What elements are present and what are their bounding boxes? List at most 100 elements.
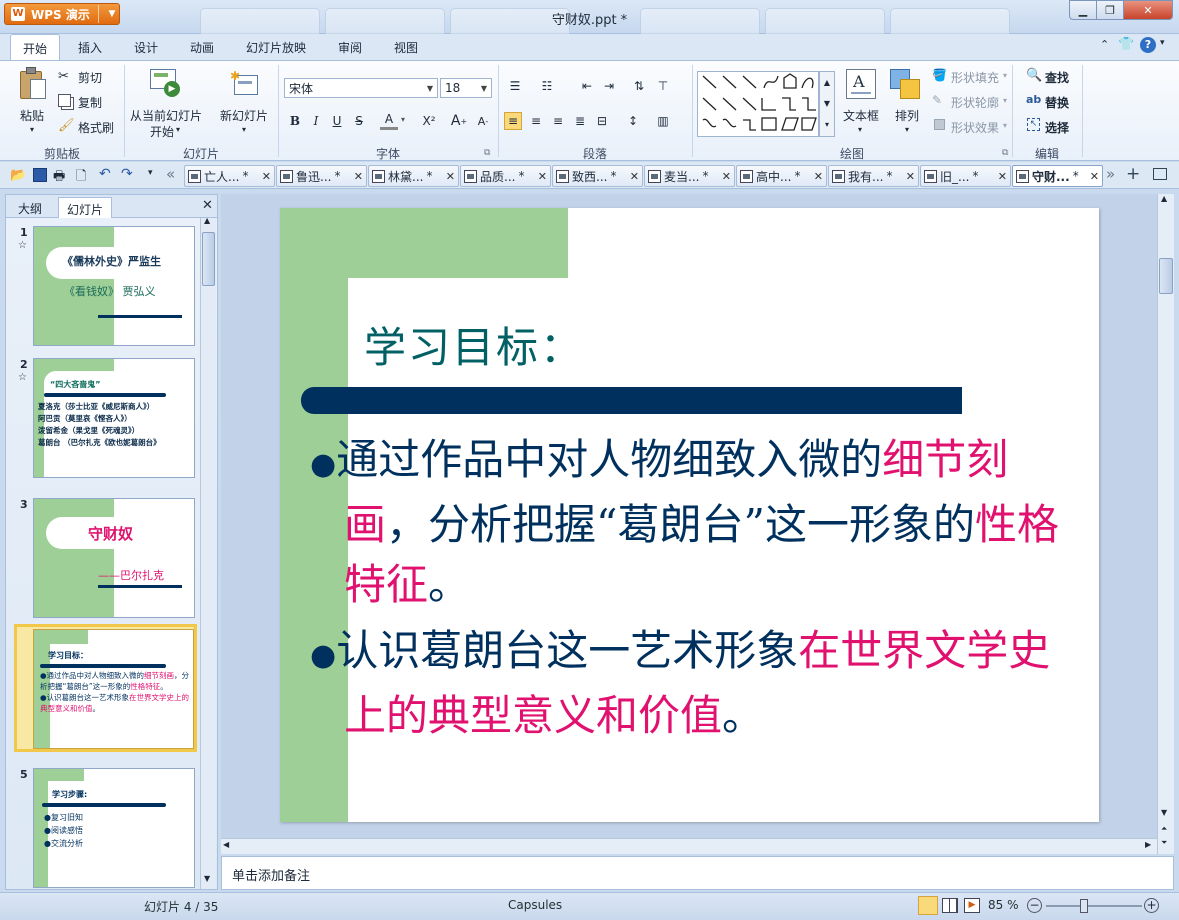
- close-icon[interactable]: ✕: [538, 170, 547, 183]
- collapse-ribbon-icon[interactable]: ⌃: [1100, 38, 1109, 51]
- menu-tab-home[interactable]: 开始: [10, 34, 60, 61]
- new-slide-icon[interactable]: ✱: [230, 69, 260, 97]
- scroll-left-icon[interactable]: ◀: [223, 840, 229, 849]
- doc-tab[interactable]: 高中... * ✕: [736, 165, 827, 187]
- text-box-button[interactable]: 文本框: [843, 107, 879, 124]
- notes-pane[interactable]: 单击添加备注: [221, 856, 1174, 890]
- scroll-down-icon[interactable]: ▼: [1161, 808, 1167, 817]
- play-from-current-icon[interactable]: ▶: [150, 67, 182, 97]
- new-tab-icon[interactable]: +: [1126, 164, 1140, 184]
- next-slide-icon[interactable]: ⏷: [1161, 838, 1167, 848]
- decrease-indent-icon[interactable]: ⇤: [578, 77, 596, 95]
- normal-view-icon[interactable]: [918, 896, 938, 915]
- tab-scroll-right-icon[interactable]: »: [1106, 165, 1115, 183]
- bold-button[interactable]: B: [286, 112, 304, 130]
- align-left-icon[interactable]: ≡: [504, 112, 522, 130]
- save-icon[interactable]: [33, 168, 47, 182]
- italic-button[interactable]: I: [307, 112, 325, 130]
- close-icon[interactable]: ✕: [814, 170, 823, 183]
- doc-tab[interactable]: 我有... * ✕: [828, 165, 919, 187]
- tab-slides[interactable]: 幻灯片: [58, 197, 113, 219]
- open-folder-icon[interactable]: 📂: [10, 168, 26, 183]
- prev-slide-icon[interactable]: ⏶: [1161, 824, 1167, 834]
- minimize-button[interactable]: ▁: [1069, 0, 1097, 20]
- superscript-icon[interactable]: X²: [420, 112, 438, 130]
- shrink-font-icon[interactable]: A-: [474, 112, 492, 130]
- zoom-in-icon[interactable]: +: [1144, 898, 1159, 913]
- undo-icon[interactable]: ↶: [99, 166, 111, 182]
- redo-icon[interactable]: ↷: [121, 166, 133, 182]
- scroll-up-icon[interactable]: ▲: [1161, 194, 1167, 203]
- replace-button[interactable]: 替换: [1045, 94, 1069, 111]
- doc-tab[interactable]: 麦当... * ✕: [644, 165, 735, 187]
- skin-icon[interactable]: 👕: [1118, 37, 1134, 52]
- paste-button[interactable]: 粘贴: [20, 107, 44, 124]
- doc-tab[interactable]: 亡人... * ✕: [184, 165, 275, 187]
- close-icon[interactable]: ✕: [998, 170, 1007, 183]
- arrange-button[interactable]: 排列: [895, 107, 919, 124]
- vertical-scrollbar[interactable]: ▲ ▼ ⏶ ⏷: [1157, 194, 1174, 854]
- close-icon[interactable]: ✕: [202, 198, 213, 213]
- numbering-icon[interactable]: ☷: [538, 77, 556, 95]
- new-slide-button[interactable]: 新幻灯片: [220, 107, 268, 124]
- close-icon[interactable]: ✕: [446, 170, 455, 183]
- text-box-icon[interactable]: A: [846, 69, 876, 99]
- vertical-scroll-thumb[interactable]: [1159, 258, 1173, 294]
- scroll-down-icon[interactable]: ▼: [204, 874, 210, 883]
- print-preview-icon[interactable]: 🗋: [76, 167, 86, 189]
- select-button[interactable]: 选择: [1045, 119, 1069, 136]
- menu-tab-view[interactable]: 视图: [394, 39, 418, 56]
- doc-tab-active[interactable]: 守财... * ✕: [1012, 165, 1103, 187]
- cut-button[interactable]: 剪切: [78, 69, 102, 86]
- shape-gallery[interactable]: [697, 71, 819, 137]
- underline-button[interactable]: U: [328, 112, 346, 130]
- scroll-right-icon[interactable]: ▶: [1145, 840, 1151, 849]
- close-icon[interactable]: ✕: [262, 170, 271, 183]
- font-size-select[interactable]: 18 ▼: [440, 78, 492, 98]
- slideshow-icon[interactable]: ▶: [964, 898, 980, 913]
- tab-scroll-left-icon[interactable]: «: [166, 165, 175, 183]
- menu-tab-insert[interactable]: 插入: [78, 39, 102, 56]
- align-center-icon[interactable]: ≡: [527, 112, 545, 130]
- slide-thumbnail-4-selected[interactable]: 学习目标： ●通过作品中对人物细致入微的细节刻画，分析把握“葛朗台”这一形象的性…: [14, 624, 197, 752]
- panel-scrollbar[interactable]: ▲ ▼: [200, 218, 216, 889]
- scroll-up-icon[interactable]: ▲: [204, 218, 210, 225]
- menu-tab-slideshow[interactable]: 幻灯片放映: [246, 39, 306, 56]
- doc-tab[interactable]: 品质... * ✕: [460, 165, 551, 187]
- close-icon[interactable]: ✕: [722, 170, 731, 183]
- justify-icon[interactable]: ≣: [571, 112, 589, 130]
- slide-sorter-icon[interactable]: [942, 898, 958, 913]
- align-right-icon[interactable]: ≡: [549, 112, 567, 130]
- shape-fill-button[interactable]: 形状填充: [951, 69, 999, 86]
- find-button[interactable]: 查找: [1045, 69, 1069, 86]
- slide-thumbnail-1[interactable]: 《儒林外史》严监生 《看钱奴》 贾弘义: [33, 226, 195, 346]
- close-window-button[interactable]: ✕: [1123, 0, 1173, 20]
- font-name-select[interactable]: 宋体 ▼: [284, 78, 438, 98]
- slide-title[interactable]: 学习目标：: [364, 314, 584, 375]
- customize-toolbar-icon[interactable]: ▾: [148, 168, 153, 178]
- current-slide[interactable]: 学习目标： ●通过作品中对人物细致入微的细节刻画，分析把握“葛朗台”这一形象的性…: [280, 208, 1099, 822]
- close-icon[interactable]: ✕: [1090, 170, 1099, 183]
- from-current-slide-button[interactable]: 从当前幻灯片: [130, 107, 202, 124]
- zoom-slider-handle[interactable]: [1080, 899, 1088, 913]
- line-spacing-icon[interactable]: ↕: [624, 112, 642, 130]
- close-icon[interactable]: ✕: [906, 170, 915, 183]
- zoom-slider[interactable]: [1046, 905, 1142, 907]
- zoom-out-icon[interactable]: −: [1027, 898, 1042, 913]
- tab-outline[interactable]: 大纲: [10, 197, 50, 219]
- arrange-icon[interactable]: [890, 69, 922, 101]
- columns-icon[interactable]: ▥: [654, 112, 672, 130]
- distribute-icon[interactable]: ⊟: [593, 112, 611, 130]
- shape-effect-button[interactable]: 形状效果: [951, 119, 999, 136]
- format-painter-button[interactable]: 格式刷: [78, 119, 114, 136]
- doc-tab[interactable]: 致西... * ✕: [552, 165, 643, 187]
- tab-list-icon[interactable]: [1153, 168, 1167, 180]
- panel-scroll-thumb[interactable]: [202, 232, 215, 286]
- restore-button[interactable]: ❐: [1096, 0, 1124, 20]
- doc-tab[interactable]: 林黛... * ✕: [368, 165, 459, 187]
- bullets-icon[interactable]: ☰: [506, 77, 524, 95]
- strikethrough-button[interactable]: S: [350, 112, 368, 130]
- print-icon[interactable]: 🖶: [53, 167, 65, 189]
- close-icon[interactable]: ✕: [630, 170, 639, 183]
- help-icon[interactable]: ?: [1140, 37, 1156, 53]
